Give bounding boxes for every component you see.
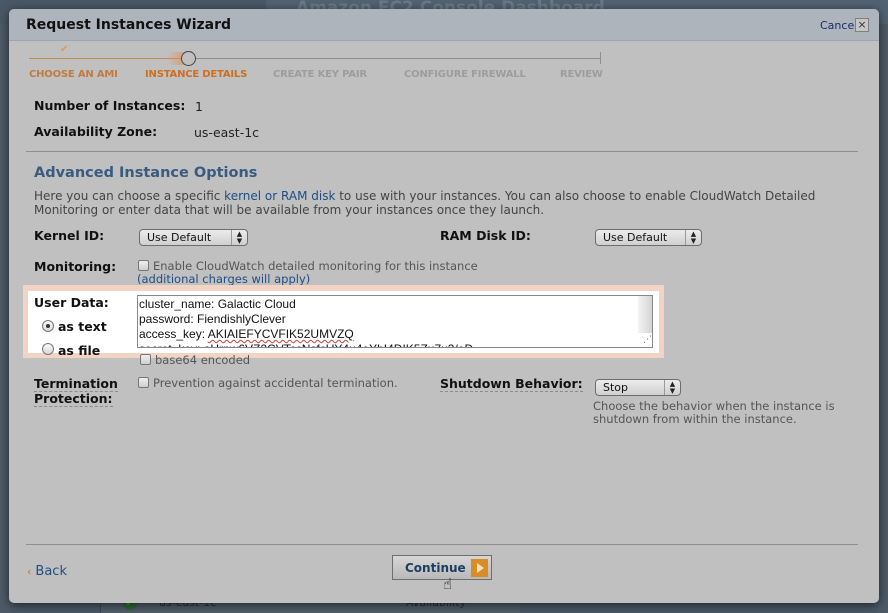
dialog-header: Request Instances Wizard Cancel ×: [9, 9, 879, 41]
hand-cursor-icon: ☝: [443, 575, 453, 593]
user-data-line: secret_key: aHrnw6VZ2CVTccNsfcUY4u4eYbI4…: [139, 342, 652, 347]
ram-disk-id-select[interactable]: Use Default ▲ ▼: [595, 229, 702, 246]
continue-button[interactable]: Continue: [392, 555, 492, 580]
termination-label-line1: Termination: [34, 376, 118, 392]
footer-divider: [26, 544, 858, 545]
termination-checkbox-label: Prevention against accidental terminatio…: [153, 376, 398, 390]
close-icon[interactable]: ×: [855, 18, 869, 32]
stepper-end-tick: [600, 52, 601, 64]
continue-label: Continue: [405, 561, 466, 575]
advanced-options-description: Here you can choose a specific kernel or…: [34, 189, 834, 217]
kernel-id-select[interactable]: Use Default ▲ ▼: [139, 229, 248, 246]
user-data-line: access_key: AKIAIEFYCVFIK52UMVZQ: [139, 327, 652, 342]
step-create-key-pair: CREATE KEY PAIR: [273, 69, 367, 80]
shutdown-behavior-value: Stop: [603, 381, 629, 394]
base64-checkbox[interactable]: [140, 354, 151, 365]
as-file-label: as file: [58, 343, 101, 358]
divider: [26, 151, 858, 152]
dialog-title: Request Instances Wizard: [26, 17, 232, 33]
select-arrows-icon: ▲ ▼: [231, 230, 247, 245]
checkmark-icon: ✔: [60, 44, 69, 55]
textarea-scrollbar[interactable]: [638, 296, 652, 333]
step-instance-details: INSTANCE DETAILS: [145, 69, 248, 80]
access-key-label: access_key:: [139, 327, 208, 341]
termination-label-line2: Protection:: [34, 391, 113, 407]
step-review: REVIEW: [560, 69, 603, 80]
back-link[interactable]: ‹ Back: [27, 564, 67, 579]
arrow-right-icon: [471, 559, 488, 577]
monitoring-checkbox[interactable]: [138, 260, 149, 271]
step-choose-ami: CHOOSE AN AMI: [29, 69, 118, 80]
advanced-options-title: Advanced Instance Options: [34, 165, 258, 181]
user-data-textarea[interactable]: cluster_name: Galactic Cloud password: Fi…: [137, 295, 653, 348]
user-data-line: cluster_name: Galactic Cloud: [139, 297, 296, 311]
as-text-radio[interactable]: [42, 320, 54, 332]
back-label: Back: [35, 564, 67, 579]
access-key-value: AKIAIEFYCVFIK52UMVZQ: [207, 327, 354, 341]
as-text-label: as text: [58, 319, 107, 334]
kernel-ramdisk-link[interactable]: kernel or RAM disk: [224, 189, 335, 203]
shutdown-behavior-select[interactable]: Stop ▲ ▼: [595, 379, 681, 396]
ram-disk-id-label: RAM Disk ID:: [440, 228, 531, 243]
select-arrows-icon: ▲ ▼: [664, 380, 680, 395]
step-configure-firewall: CONFIGURE FIREWALL: [404, 69, 526, 80]
termination-protection-checkbox[interactable]: [138, 377, 149, 388]
select-arrows-icon: ▲ ▼: [685, 230, 701, 245]
user-data-line: password: FiendishlyClever: [139, 312, 286, 326]
background-right-panel: [878, 24, 888, 613]
number-of-instances-value: 1: [195, 99, 203, 114]
additional-charges-link[interactable]: (additional charges will apply): [137, 272, 310, 286]
description-text: Here you can choose a specific: [34, 189, 225, 203]
stepper-progress-line: [29, 58, 189, 59]
request-instances-dialog: Request Instances Wizard Cancel × ✔ CHOO…: [9, 9, 879, 603]
as-file-radio[interactable]: [42, 343, 54, 355]
monitoring-checkbox-label: Enable CloudWatch detailed monitoring fo…: [153, 259, 478, 273]
availability-zone-value: us-east-1c: [194, 125, 260, 140]
kernel-id-label: Kernel ID:: [34, 228, 105, 243]
chevron-left-icon: ‹: [27, 565, 32, 578]
number-of-instances-label: Number of Instances:: [34, 98, 186, 113]
kernel-id-value: Use Default: [147, 231, 212, 244]
availability-zone-label: Availability Zone:: [34, 124, 158, 139]
stepper-remaining-line: [189, 58, 601, 59]
current-step-marker: [181, 51, 196, 66]
resize-grip-icon[interactable]: ⋰: [638, 334, 652, 347]
user-data-label: User Data:: [34, 295, 109, 310]
shutdown-behavior-label: Shutdown Behavior:: [440, 376, 583, 392]
base64-checkbox-label: base64 encoded: [155, 353, 251, 367]
wizard-stepper: ✔ CHOOSE AN AMI INSTANCE DETAILS CREATE …: [29, 44, 609, 89]
shutdown-behavior-help: Choose the behavior when the instance is…: [593, 399, 835, 426]
ram-disk-id-value: Use Default: [603, 231, 668, 244]
monitoring-label: Monitoring:: [34, 259, 117, 274]
termination-protection-label: Termination Protection:: [34, 376, 118, 407]
cancel-link[interactable]: Cancel: [820, 19, 857, 32]
